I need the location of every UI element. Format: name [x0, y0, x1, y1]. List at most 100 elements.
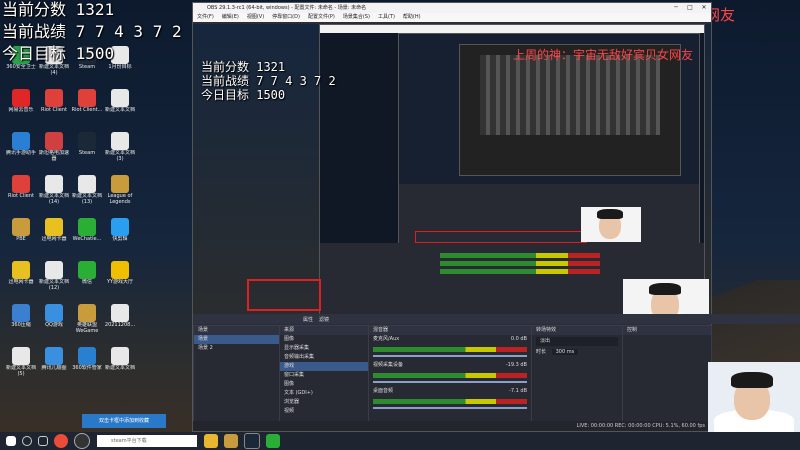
desktop-icon[interactable]: QQ游戏 — [37, 304, 71, 334]
lol-icon[interactable] — [224, 434, 238, 448]
desktop-icon[interactable]: 20211208... — [103, 304, 137, 334]
desktop-icon[interactable]: 英雄联盟WeGame — [70, 304, 104, 334]
menu-item[interactable]: 帮助(H) — [403, 13, 421, 22]
record-line: 当前战绩 7 7 4 3 7 2 — [2, 22, 182, 41]
wechat-icon[interactable] — [266, 434, 280, 448]
menu-item[interactable]: 停靠窗口(D) — [272, 13, 300, 22]
menu-item[interactable]: 文件(F) — [197, 13, 214, 22]
taskbar: steam平台下载 — [0, 432, 800, 450]
desktop-icon[interactable]: 迅电网卡器 — [37, 218, 71, 248]
minimize-icon[interactable]: ─ — [669, 3, 683, 13]
transition-select[interactable]: 淡出 — [536, 337, 618, 346]
mixer-channel-name: 麦克风/Aux — [373, 336, 400, 342]
menu-item[interactable]: 场景集合(S) — [343, 13, 370, 22]
source-item[interactable]: 音频输出采集 — [280, 353, 368, 362]
desktop-icon[interactable]: 新建文本文档(12) — [37, 261, 71, 291]
volume-slider[interactable] — [373, 407, 527, 409]
source-item[interactable]: 游戏 — [280, 362, 368, 371]
source-toolbar: 属性 滤镜 — [193, 314, 800, 324]
desktop-icon[interactable]: 360压缩 — [4, 304, 38, 334]
source-item[interactable]: 文本 (GDI+) — [280, 389, 368, 398]
app-icon — [111, 304, 129, 322]
preview-webcam — [623, 279, 709, 314]
source-item[interactable]: 显示器采集 — [280, 344, 368, 353]
steam-icon[interactable] — [244, 433, 260, 449]
desktop-icon[interactable]: 网易云音乐 — [4, 89, 38, 119]
maximize-icon[interactable]: □ — [683, 3, 697, 13]
target-line: 今日目标 1500 — [2, 44, 115, 63]
mixer-channel-header: 视频采集设备 -19.3 dB — [369, 361, 531, 370]
desktop-icon[interactable]: 新建文本文档(3) — [103, 132, 137, 162]
desktop-icon[interactable]: PBE — [4, 218, 38, 248]
desktop-icon[interactable]: 新建文本文档(14) — [37, 175, 71, 205]
desktop-icon-label: PBE — [16, 236, 26, 242]
properties-button[interactable]: 属性 — [303, 316, 313, 323]
app-icon — [78, 89, 96, 107]
desktop-icon-label: WeChatle... — [72, 236, 102, 242]
desktop-icon[interactable]: WeChatle... — [70, 218, 104, 248]
search-icon[interactable] — [22, 436, 32, 446]
volume-slider[interactable] — [373, 355, 527, 357]
desktop-icon[interactable]: 360软件管家 — [70, 347, 104, 377]
desktop-icon[interactable]: Riot Client — [4, 175, 38, 205]
desktop-icon[interactable]: 斯坦格电加速器 — [37, 132, 71, 162]
mixer-channel-name: 桌面音频 — [373, 388, 394, 394]
taskbar-search-input[interactable]: steam平台下载 — [97, 435, 197, 447]
obs-icon[interactable] — [74, 433, 90, 449]
hair — [649, 283, 681, 295]
source-item[interactable]: 视频 — [280, 407, 368, 416]
desktop-icon-label: 迅电网卡器 — [41, 236, 67, 242]
desktop-icon-label: 新建文本文档(5) — [5, 365, 36, 377]
close-icon[interactable]: ✕ — [697, 3, 711, 13]
source-item[interactable]: 窗口采集 — [280, 371, 368, 380]
mixer-channel-db: -7.1 dB — [509, 388, 527, 394]
app-icon — [111, 175, 129, 193]
start-icon[interactable] — [6, 436, 16, 446]
app-icon — [111, 89, 129, 107]
desktop-icon[interactable]: 快剪辑 — [103, 218, 137, 248]
app-icon — [12, 218, 30, 236]
desktop-icon-label: 新建文本文档(3) — [104, 150, 135, 162]
mixer-channel-name: 视频采集设备 — [373, 362, 404, 368]
source-item[interactable]: 图像 — [280, 335, 368, 344]
desktop-icon-label: 360压缩 — [11, 322, 31, 328]
scene-item[interactable]: 场景 — [194, 335, 279, 344]
desktop-icon[interactable]: 新建文本文档 — [103, 347, 137, 377]
menu-item[interactable]: 配置文件(P) — [308, 13, 335, 22]
menu-item[interactable]: 工具(T) — [378, 13, 395, 22]
duration-input[interactable]: 300 ms — [551, 349, 579, 355]
filters-button[interactable]: 滤镜 — [319, 316, 329, 323]
source-item[interactable]: 图像 — [280, 380, 368, 389]
desktop-icon[interactable]: 迅电网卡器 — [4, 261, 38, 291]
desktop-icon[interactable]: Steam — [70, 132, 104, 162]
obs-preview[interactable]: 上周的神：宇宙无敌好宾贝女网友 当前分数 1321 当前战绩 7 7 4 3 7… — [193, 24, 711, 314]
desktop-icon[interactable]: 微信 — [70, 261, 104, 291]
desktop-icon-label: 新建文本文档 — [104, 365, 135, 371]
preview-score: 当前分数 1321 — [201, 60, 286, 74]
notification-popup[interactable]: 双击卡框中添加到收藏 — [82, 414, 166, 428]
mixer-channel: 桌面音频 -7.1 dB — [369, 387, 531, 409]
menu-item[interactable]: 编辑(E) — [222, 13, 239, 22]
volume-slider[interactable] — [373, 381, 527, 383]
desktop-icon[interactable]: Riot Client... — [70, 89, 104, 119]
scene-item[interactable]: 场景 2 — [194, 344, 279, 353]
obs-window: OBS 29.1.3-rc1 (64-bit, windows) - 配置文件:… — [192, 2, 800, 432]
desktop-icon[interactable]: 腾讯儿顺图 — [37, 347, 71, 377]
chrome-icon[interactable] — [54, 434, 68, 448]
nested-preview — [320, 33, 704, 245]
menu-item[interactable]: 视图(V) — [247, 13, 264, 22]
desktop-icon[interactable]: League of Legends — [103, 175, 137, 205]
desktop-icon[interactable]: Riot Client — [37, 89, 71, 119]
mixer-channel-db: 0.0 dB — [510, 336, 527, 342]
desktop-icon[interactable]: 腾讯手游助手 — [4, 132, 38, 162]
desktop-icon[interactable]: YY游戏大厅 — [103, 261, 137, 291]
desktop-icon[interactable]: 新建文本文档 — [103, 89, 137, 119]
folder-icon[interactable] — [204, 434, 218, 448]
source-item[interactable]: 浏览器 — [280, 398, 368, 407]
desktop-icon[interactable]: 新建文本文档(5) — [4, 347, 38, 377]
app-icon — [45, 175, 63, 193]
taskview-icon[interactable] — [38, 436, 48, 446]
desktop-icon[interactable]: 新建文本文档(13) — [70, 175, 104, 205]
desktop-icon-label: 新建文本文档 — [104, 107, 135, 113]
nested-obs-titlebar — [320, 25, 704, 33]
